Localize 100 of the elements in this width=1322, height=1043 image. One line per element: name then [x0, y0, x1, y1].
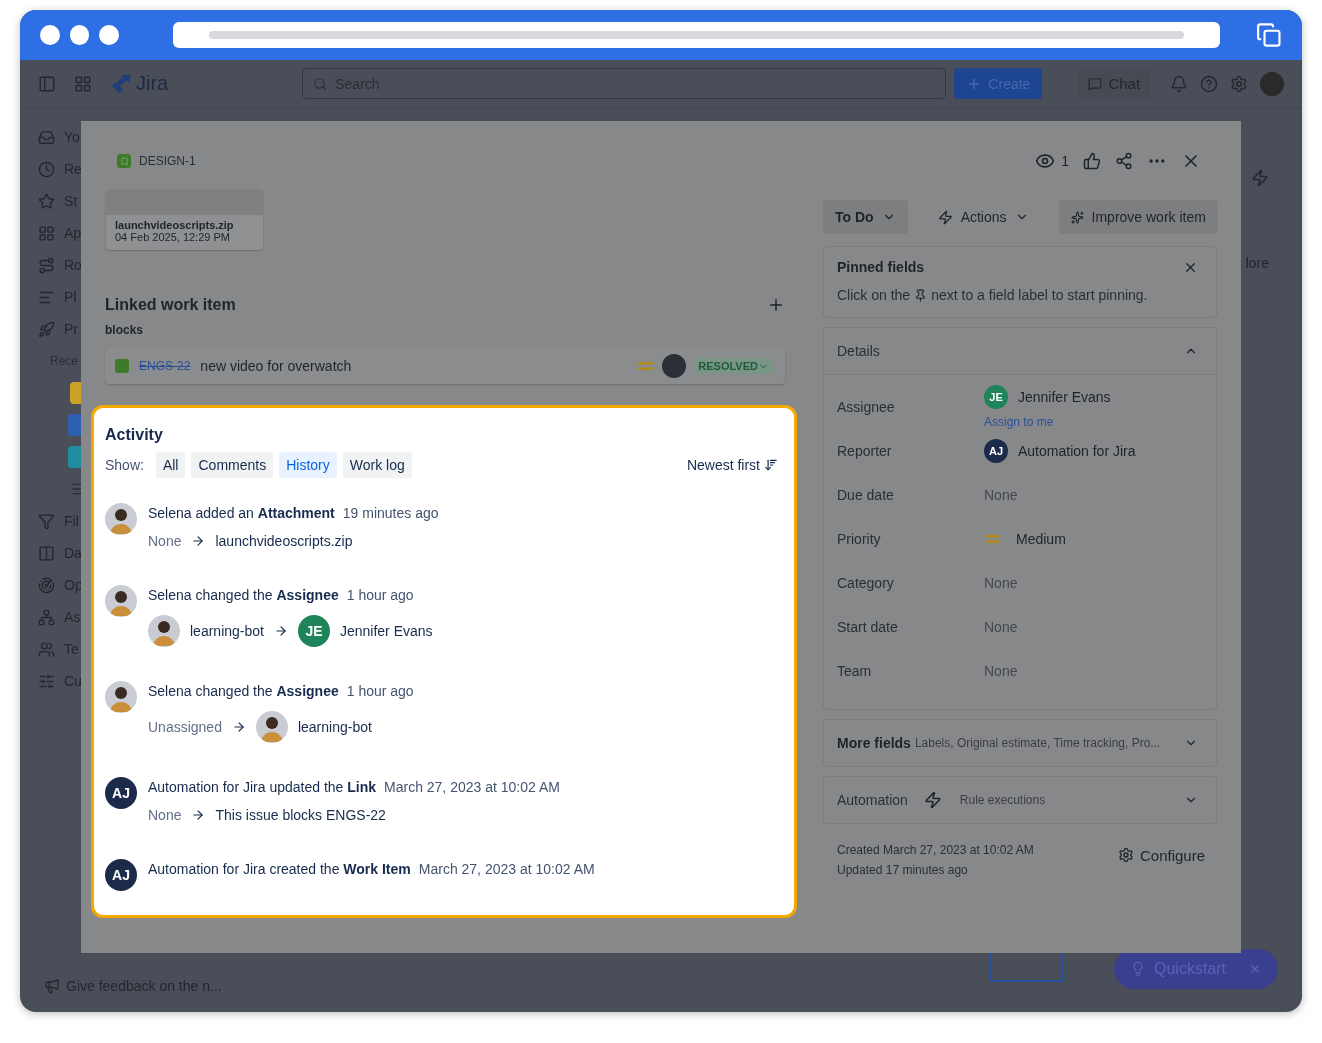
- dashboard-icon[interactable]: [38, 544, 55, 562]
- field-label: Assignee: [837, 399, 896, 415]
- card-hint: Rule executions: [959, 793, 1046, 807]
- section-title: Linked work item: [105, 296, 236, 314]
- address-bar[interactable]: [173, 22, 1221, 48]
- old-value: None: [148, 533, 182, 549]
- filter-tab[interactable]: History: [279, 452, 337, 478]
- lightning-icon[interactable]: [1251, 169, 1269, 187]
- new-value: launchvideoscripts.zip: [215, 533, 353, 549]
- watcher-count: 1: [1061, 153, 1069, 169]
- like-icon[interactable]: [1083, 152, 1101, 170]
- apps-icon[interactable]: [38, 224, 55, 242]
- clock-icon[interactable]: [38, 160, 55, 178]
- inbox-icon[interactable]: [38, 128, 55, 146]
- window-control-icon[interactable]: [40, 25, 60, 45]
- old-value: None: [148, 807, 182, 823]
- lightning-icon: [937, 209, 953, 225]
- activity-summary: Selena added an Attachment: [148, 505, 335, 521]
- field-label: Due date: [837, 487, 895, 503]
- linked-item[interactable]: ENGS-22 new video for overwatch RESOLVED: [105, 348, 785, 384]
- field-value[interactable]: None: [984, 619, 1018, 635]
- user-avatar: [255, 711, 288, 743]
- configure-button[interactable]: Configure: [1117, 843, 1205, 867]
- radar-icon[interactable]: [38, 576, 55, 594]
- status-dropdown[interactable]: RESOLVED: [694, 358, 773, 374]
- field-value[interactable]: Medium: [1016, 531, 1066, 547]
- lightning-icon: [923, 791, 942, 809]
- pinned-hint: next to a field label to start pinning.: [931, 287, 1148, 303]
- tabs-icon[interactable]: [1256, 22, 1282, 48]
- actions-button[interactable]: Actions: [925, 200, 1041, 234]
- field-value[interactable]: None: [984, 487, 1018, 503]
- app-switcher-icon[interactable]: [74, 74, 92, 93]
- field-value[interactable]: Automation for Jira: [1018, 443, 1136, 459]
- linked-key[interactable]: ENGS-22: [139, 359, 191, 373]
- people-icon[interactable]: [38, 640, 55, 658]
- user-name: Jennifer Evans: [339, 623, 433, 639]
- initials-avatar: AJ: [105, 859, 137, 891]
- user-avatar: [105, 503, 137, 535]
- field-label: Reporter: [837, 443, 893, 459]
- linked-summary: new video for overwatch: [200, 358, 352, 374]
- work-item-key[interactable]: DESIGN-1: [139, 154, 196, 168]
- initials-avatar: AJ: [984, 439, 1008, 463]
- medium-priority-icon: [638, 360, 655, 372]
- new-value: This issue blocks ENGS-22: [215, 807, 386, 823]
- sparkle-icon: [1070, 210, 1084, 224]
- old-value: Unassigned: [148, 719, 222, 735]
- filter-tab[interactable]: Work log: [342, 452, 412, 478]
- assign-link[interactable]: Assign to me: [984, 415, 1216, 429]
- pin-icon: [914, 288, 928, 302]
- add-icon[interactable]: [767, 296, 785, 314]
- show-label: Show:: [105, 457, 144, 473]
- sort-button[interactable]: Newest first: [686, 457, 778, 473]
- watch-icon[interactable]: [1035, 151, 1056, 171]
- field-label: Priority: [837, 531, 882, 547]
- rocket-icon[interactable]: [38, 320, 55, 338]
- window-control-icon[interactable]: [99, 25, 120, 45]
- medium-priority-icon: [986, 534, 1000, 544]
- filter-tab[interactable]: All: [155, 452, 186, 478]
- user-name: learning-bot: [190, 623, 264, 639]
- field-value[interactable]: Jennifer Evans: [1018, 389, 1111, 405]
- logo-icon[interactable]: [110, 72, 132, 95]
- card-title[interactable]: Details: [837, 343, 880, 359]
- more-fields-card[interactable]: More fields Labels, Original estimate, Time tracking, Pro...: [823, 719, 1217, 767]
- status-button[interactable]: To Do: [823, 200, 908, 234]
- attachment-card[interactable]: launchvideoscripts.zip 04 Feb 2025, 12:29 PM: [106, 189, 263, 250]
- field-label: Start date: [837, 619, 899, 635]
- lightbulb-icon: [1130, 961, 1146, 977]
- sidebar-toggle-icon[interactable]: [38, 74, 56, 93]
- work-item-type-icon: [115, 359, 129, 373]
- filter-tab[interactable]: Comments: [191, 452, 274, 478]
- network-icon[interactable]: [38, 608, 55, 626]
- field-label: Team: [837, 663, 873, 679]
- activity-summary: Automation for Jira created the Work Item: [148, 861, 411, 877]
- profile-avatar[interactable]: [1260, 71, 1284, 96]
- card-title: More fields: [837, 735, 911, 751]
- activity-summary: Selena changed the Assignee: [148, 683, 339, 699]
- star-icon[interactable]: [38, 192, 55, 210]
- share-icon[interactable]: [1115, 152, 1133, 170]
- field-value[interactable]: None: [984, 575, 1018, 591]
- settings-icon: [1117, 847, 1134, 863]
- created-date: Created March 27, 2023 at 10:02 AM: [837, 843, 1034, 857]
- window-control-icon[interactable]: [69, 25, 90, 45]
- search-icon: [313, 76, 328, 91]
- relation-label: blocks: [105, 323, 144, 337]
- activity-summary: Selena changed the Assignee: [148, 587, 339, 603]
- card-title: Pinned fields: [837, 259, 925, 275]
- automation-card[interactable]: Automation Rule executions: [823, 776, 1217, 824]
- activity-summary: Automation for Jira updated the Link: [148, 779, 376, 795]
- user-avatar: [105, 585, 137, 617]
- activity-title: Activity: [105, 426, 164, 445]
- initials-avatar: AJ: [105, 777, 137, 809]
- user-avatar: [148, 615, 180, 647]
- user-avatar: [105, 681, 137, 713]
- sliders-icon[interactable]: [38, 672, 55, 690]
- initials-avatar: JE: [984, 385, 1008, 409]
- route-icon[interactable]: [38, 256, 55, 274]
- field-value[interactable]: None: [984, 663, 1018, 679]
- filter-icon[interactable]: [38, 512, 55, 530]
- improve-button[interactable]: Improve work item: [1058, 200, 1218, 234]
- updated-date: Updated 17 minutes ago: [837, 863, 969, 877]
